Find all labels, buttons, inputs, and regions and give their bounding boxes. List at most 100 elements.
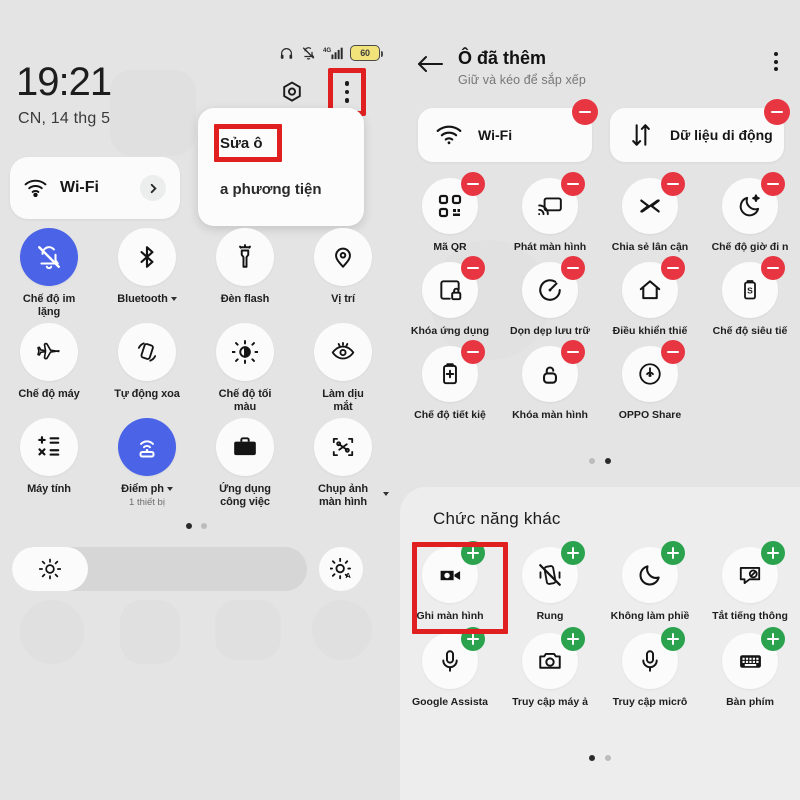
quick-tile-icon-wrap[interactable] [118, 228, 176, 286]
brightness-auto-button[interactable]: A [319, 547, 363, 591]
added-tile-icon-wrap[interactable] [522, 340, 585, 402]
added-tile-icon-wrap[interactable] [622, 256, 685, 318]
other-page-dots[interactable] [400, 755, 800, 761]
menu-item-edit-tiles[interactable]: Sửa ô [198, 120, 364, 166]
quick-tile-1[interactable]: Chế độ im lặng [0, 228, 98, 319]
quick-tile-6[interactable]: Tự động xoa [98, 323, 196, 414]
chevron-down-icon[interactable] [170, 297, 177, 302]
added-tile-1[interactable]: Mã QR [400, 172, 500, 254]
arrow-left-icon[interactable] [416, 52, 444, 80]
quick-tile-icon-wrap[interactable] [20, 228, 78, 286]
added-tile-icon-wrap[interactable] [422, 172, 485, 234]
add-badge[interactable] [461, 627, 485, 651]
quick-tile-10[interactable]: Điểm ph 1 thiết bị [98, 418, 196, 509]
quick-tile-4[interactable]: Vị trí [294, 228, 392, 319]
other-tile-icon-wrap[interactable] [422, 627, 485, 689]
remove-badge[interactable] [561, 340, 585, 364]
quick-tile-icon-wrap[interactable] [216, 228, 274, 286]
added-tile-5[interactable]: Khóa ứng dụng [400, 256, 500, 338]
menu-item-media[interactable]: a phương tiện [198, 166, 364, 212]
added-tile-icon-wrap[interactable] [422, 256, 485, 318]
remove-badge[interactable] [661, 340, 685, 364]
quick-tile-icon-wrap[interactable] [20, 418, 78, 476]
other-tile-icon-wrap[interactable] [522, 627, 585, 689]
added-tiles-page-dots[interactable] [400, 458, 800, 464]
other-tile-icon-wrap[interactable] [622, 541, 685, 603]
quick-tile-11[interactable]: Ứng dụng công việc [196, 418, 294, 509]
added-tile-icon-wrap[interactable] [422, 340, 485, 402]
added-tile-3[interactable]: Chia sẻ lân cận [600, 172, 700, 254]
other-tile-2[interactable]: Rung [500, 541, 600, 623]
add-badge[interactable] [661, 541, 685, 565]
other-tile-icon-wrap[interactable] [422, 541, 485, 603]
other-tile-1[interactable]: Ghi màn hình [400, 541, 500, 623]
remove-badge[interactable] [764, 99, 790, 125]
quick-tile-icon-wrap[interactable] [216, 323, 274, 381]
added-tile-11[interactable]: OPPO Share [600, 340, 700, 422]
add-badge[interactable] [561, 541, 585, 565]
wide-tile-1[interactable]: Wi-Fi [418, 99, 598, 162]
page-dot-2[interactable] [605, 755, 611, 761]
quick-settings-page-dots[interactable] [0, 523, 392, 529]
added-tile-2[interactable]: Phát màn hình [500, 172, 600, 254]
other-tile-icon-wrap[interactable] [722, 541, 785, 603]
page-dot-2[interactable] [605, 458, 611, 464]
add-badge[interactable] [661, 627, 685, 651]
quick-tile-icon-wrap[interactable] [216, 418, 274, 476]
remove-badge[interactable] [661, 172, 685, 196]
quick-tile-5[interactable]: Chế độ máy [0, 323, 98, 414]
page-dot-1[interactable] [589, 458, 595, 464]
chevron-down-icon[interactable] [383, 492, 389, 496]
chevron-down-icon[interactable] [166, 487, 173, 492]
other-tile-icon-wrap[interactable] [522, 541, 585, 603]
added-tile-icon-wrap[interactable] [622, 172, 685, 234]
other-tile-6[interactable]: Truy cập máy ả [500, 627, 600, 709]
added-tile-8[interactable]: S Chế độ siêu tiế [700, 256, 800, 338]
added-tile-icon-wrap[interactable]: S [722, 256, 785, 318]
added-tile-9[interactable]: Chế độ tiết kiệ [400, 340, 500, 422]
added-tile-icon-wrap[interactable] [522, 256, 585, 318]
remove-badge[interactable] [561, 172, 585, 196]
quick-tile-2[interactable]: Bluetooth [98, 228, 196, 319]
quick-tile-icon-wrap[interactable] [118, 418, 176, 476]
other-tile-5[interactable]: Google Assista [400, 627, 500, 709]
gear-icon[interactable] [280, 80, 304, 104]
add-badge[interactable] [561, 627, 585, 651]
quick-tile-icon-wrap[interactable] [118, 323, 176, 381]
overflow-menu-button[interactable] [774, 52, 778, 71]
added-tile-6[interactable]: Dọn dẹp lưu trữ [500, 256, 600, 338]
add-badge[interactable] [461, 541, 485, 565]
chevron-right-icon[interactable] [140, 175, 166, 201]
remove-badge[interactable] [461, 340, 485, 364]
quick-tile-8[interactable]: Làm dịu mắt [294, 323, 392, 414]
added-tile-10[interactable]: Khóa màn hình [500, 340, 600, 422]
quick-tile-12[interactable]: Chụp ảnh màn hình [294, 418, 392, 509]
brightness-slider-thumb[interactable] [12, 547, 88, 591]
other-tile-4[interactable]: Tắt tiếng thông [700, 541, 800, 623]
remove-badge[interactable] [661, 256, 685, 280]
quick-tile-9[interactable]: Máy tính [0, 418, 98, 509]
remove-badge[interactable] [761, 172, 785, 196]
quick-tile-7[interactable]: Chế độ tối màu [196, 323, 294, 414]
page-dot-1[interactable] [589, 755, 595, 761]
other-tile-7[interactable]: Truy cập micrô [600, 627, 700, 709]
other-tile-3[interactable]: Không làm phiề [600, 541, 700, 623]
remove-badge[interactable] [561, 256, 585, 280]
quick-tile-icon-wrap[interactable] [314, 418, 372, 476]
quick-tile-icon-wrap[interactable] [314, 323, 372, 381]
remove-badge[interactable] [461, 172, 485, 196]
added-tile-7[interactable]: Điều khiển thiế [600, 256, 700, 338]
added-tile-icon-wrap[interactable] [622, 340, 685, 402]
other-tile-icon-wrap[interactable] [722, 627, 785, 689]
added-tile-icon-wrap[interactable] [522, 172, 585, 234]
quick-tile-icon-wrap[interactable] [20, 323, 78, 381]
add-badge[interactable] [761, 627, 785, 651]
remove-badge[interactable] [572, 99, 598, 125]
brightness-slider[interactable] [12, 547, 307, 591]
other-tile-icon-wrap[interactable] [622, 627, 685, 689]
page-dot-1[interactable] [185, 523, 192, 529]
added-tile-4[interactable]: Chế độ giờ đi n [700, 172, 800, 254]
remove-badge[interactable] [461, 256, 485, 280]
quick-tile-icon-wrap[interactable] [314, 228, 372, 286]
add-badge[interactable] [761, 541, 785, 565]
